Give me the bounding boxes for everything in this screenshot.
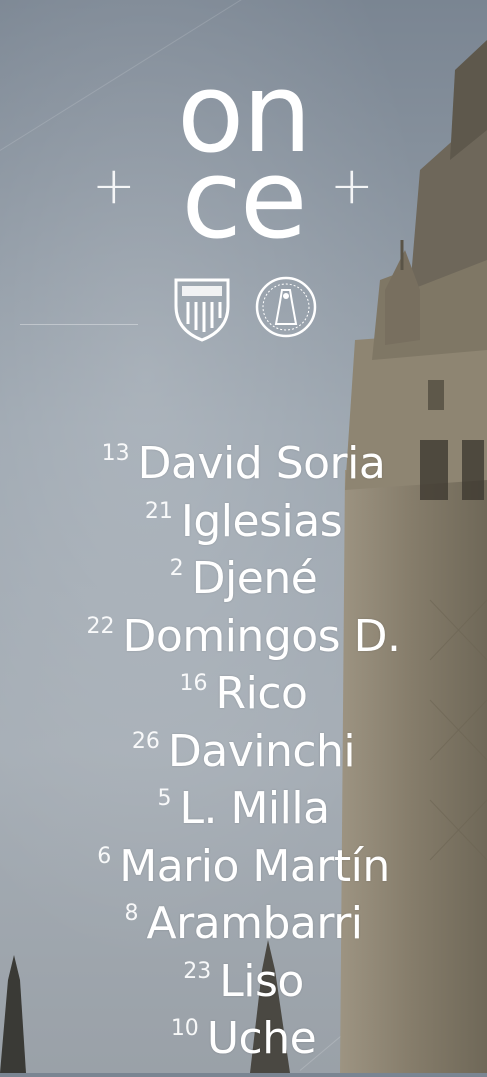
player-name: Arambarri: [146, 898, 363, 949]
lineup-item: 6 Mario Martín: [0, 828, 487, 892]
player-number: 16: [179, 671, 208, 696]
player-number: 8: [124, 901, 139, 926]
title-line-2: ce: [181, 135, 307, 263]
plus-left: +: [92, 156, 136, 216]
player-name: L. Milla: [179, 783, 330, 834]
player-number: 2: [169, 556, 184, 581]
lineup-item: 23 Liso: [0, 943, 487, 1007]
lineup-item: 2 Djené: [0, 540, 487, 604]
lineup-item: 5 L. Milla: [0, 770, 487, 834]
lineup-list: 13 David Soria 21 Iglesias 2 Djené 22 Doming…: [0, 425, 487, 1064]
player-number: 21: [144, 498, 173, 524]
player-name: Uche: [206, 1013, 317, 1064]
player-name: David Soria: [137, 438, 386, 489]
player-number: 6: [97, 843, 112, 869]
player-number: 13: [101, 441, 130, 466]
player-number: 23: [183, 958, 212, 984]
player-number: 5: [157, 786, 172, 811]
player-name: Iglesias: [180, 495, 343, 547]
lineup-item: 21 Iglesias: [0, 483, 487, 547]
lineup-item: 26 Davinchi: [0, 713, 487, 777]
lineup-item: 16 Rico: [0, 655, 487, 719]
lineup-item: 13 David Soria: [0, 425, 487, 489]
plus-right: +: [330, 156, 374, 216]
player-number: 10: [170, 1016, 199, 1041]
title-block: on ce: [0, 58, 487, 263]
player-name: Davinchi: [167, 725, 356, 777]
sevilla-fc-crest-icon: [174, 278, 229, 342]
lineup-item: 22 Domingos D.: [0, 598, 487, 662]
player-name: Liso: [219, 955, 304, 1007]
player-name: Mario Martín: [119, 840, 390, 892]
player-name: Domingos D.: [122, 610, 401, 662]
lineup-item: 8 Arambarri: [0, 885, 487, 949]
player-number: 22: [86, 613, 115, 639]
lineup-item: 10 Uche: [0, 1000, 487, 1064]
player-number: 26: [131, 728, 160, 754]
crests-row: [0, 272, 487, 342]
city-seal-crest-icon: [255, 276, 316, 338]
player-name: Djené: [191, 553, 318, 604]
player-name: Rico: [215, 668, 308, 719]
